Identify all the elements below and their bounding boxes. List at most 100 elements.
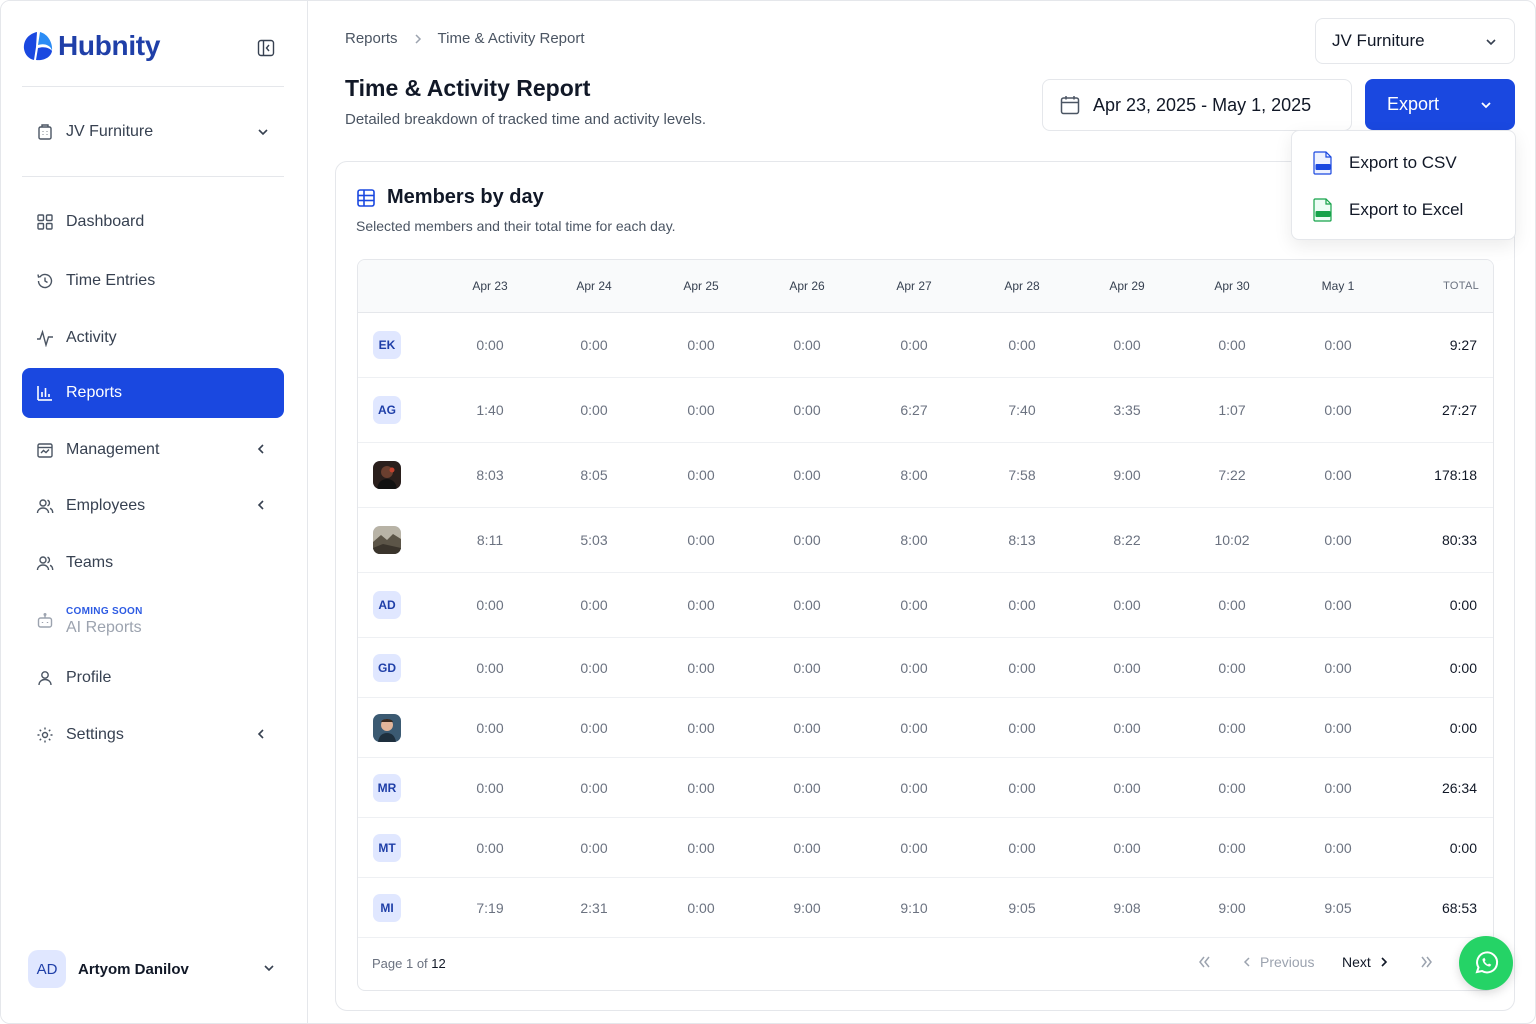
sidebar-divider	[22, 86, 284, 87]
org-selector-label: JV Furniture	[66, 123, 154, 140]
org-dropdown-label: JV Furniture	[1332, 31, 1425, 50]
time-cell: 9:10	[900, 899, 928, 916]
table-row[interactable]: MI 7:19 2:31 0:00 9:00 9:10 9:05 9:08 9:00 9:05 68…	[358, 878, 1493, 938]
export-csv-item[interactable]: Export to CSV	[1302, 143, 1507, 183]
bot-icon	[37, 613, 53, 628]
member-avatar	[373, 526, 401, 554]
calendar-icon	[1060, 96, 1080, 115]
export-excel-item[interactable]: Export to Excel	[1302, 190, 1507, 230]
brand-logo[interactable]: Hubnity	[22, 29, 160, 63]
table-row[interactable]: 0:00 0:00 0:00 0:00 0:00 0:00 0:00 0:00 0:00 0:00	[358, 698, 1493, 758]
time-cell: 0:00	[476, 597, 504, 613]
time-cell: 0:00	[580, 719, 608, 736]
table-row[interactable]: GD 0:00 0:00 0:00 0:00 0:00 0:00 0:00 0:00 0:00 0:…	[358, 638, 1493, 698]
member-avatar: AG	[373, 396, 401, 424]
column-header: Apr 24	[576, 279, 612, 293]
org-dropdown[interactable]: JV Furniture	[1315, 18, 1515, 64]
user-menu[interactable]: AD Artyom Danilov	[22, 944, 284, 994]
sidebar-item-label: Activity	[66, 329, 117, 346]
table-row[interactable]: AG 1:40 0:00 0:00 0:00 6:27 7:40 3:35 1:07 0:00 27…	[358, 378, 1493, 443]
org-selector[interactable]: JV Furniture	[22, 111, 284, 153]
previous-page-button[interactable]: Previous	[1240, 954, 1314, 970]
time-cell: 8:03	[476, 467, 504, 483]
time-cell: 0:00	[687, 532, 715, 548]
table-icon	[357, 188, 375, 207]
table-row[interactable]: EK 0:00 0:00 0:00 0:00 0:00 0:00 0:00 0:00 0:00 9:…	[358, 313, 1493, 378]
chevron-down-icon	[264, 965, 274, 972]
members-by-day-card: Members by day Selected members and thei…	[335, 161, 1515, 1011]
sidebar: Hubnity JV Furniture Dashboard Time Entr…	[1, 1, 308, 1023]
table-row[interactable]: MT 0:00 0:00 0:00 0:00 0:00 0:00 0:00 0:00 0:00 0:…	[358, 818, 1493, 878]
sidebar-item-reports[interactable]: Reports	[22, 368, 284, 418]
sidebar-item-employees[interactable]: Employees	[22, 481, 284, 531]
table-header: Apr 23 Apr 24 Apr 25 Apr 26 Apr 27 Apr 28 Apr …	[358, 260, 1493, 313]
sidebar-item-label: Profile	[66, 669, 112, 686]
next-page-button[interactable]: Next	[1342, 954, 1391, 970]
sidebar-item-label: Time Entries	[66, 272, 156, 289]
time-cell: 9:05	[1324, 899, 1352, 916]
table-row[interactable]: AD 0:00 0:00 0:00 0:00 0:00 0:00 0:00 0:00 0:00 0:…	[358, 573, 1493, 638]
last-page-button[interactable]	[1419, 954, 1435, 970]
time-cell: 7:22	[1218, 467, 1246, 483]
next-label: Next	[1342, 954, 1371, 970]
card-subtitle: Selected members and their total time fo…	[356, 218, 676, 234]
time-cell: 0:00	[476, 839, 504, 856]
time-cell: 0:00	[900, 597, 928, 613]
time-cell: 9:00	[1113, 467, 1141, 483]
sidebar-item-label: Settings	[66, 726, 124, 743]
sidebar-item-dashboard[interactable]: Dashboard	[22, 197, 284, 247]
chevron-left-icon	[257, 444, 264, 454]
pagination: Page 1 of 12 Previous Next	[358, 938, 1493, 990]
total-cell: 0:00	[1449, 839, 1477, 856]
time-cell: 0:00	[580, 659, 608, 676]
time-cell: 0:00	[1324, 597, 1352, 613]
table-row[interactable]: MR 0:00 0:00 0:00 0:00 0:00 0:00 0:00 0:00 0:00 26…	[358, 758, 1493, 818]
chevron-down-icon	[258, 129, 268, 136]
time-cell: 0:00	[793, 337, 821, 353]
sidebar-item-profile[interactable]: Profile	[22, 653, 284, 703]
chevrons-right-icon	[1421, 956, 1432, 968]
column-header: Apr 27	[896, 279, 932, 293]
time-cell: 0:00	[1324, 839, 1352, 856]
time-cell: 0:00	[1008, 779, 1036, 796]
member-photo	[373, 713, 401, 742]
time-cell: 0:00	[476, 337, 504, 353]
time-cell: 0:00	[793, 532, 821, 548]
member-avatar: MT	[373, 833, 401, 862]
time-cell: 1:07	[1218, 402, 1246, 418]
sidebar-item-settings[interactable]: Settings	[22, 710, 284, 760]
breadcrumb-reports-link[interactable]: Reports	[345, 30, 398, 47]
sidebar-item-activity[interactable]: Activity	[22, 313, 284, 363]
time-cell: 0:00	[476, 659, 504, 676]
time-cell: 0:00	[793, 402, 821, 418]
sidebar-item-teams[interactable]: Teams	[22, 538, 284, 588]
time-cell: 0:00	[1113, 597, 1141, 613]
previous-label: Previous	[1260, 954, 1315, 970]
time-cell: 0:00	[793, 467, 821, 483]
total-cell: 9:27	[1449, 337, 1477, 353]
time-cell: 0:00	[687, 839, 715, 856]
chevron-right-icon	[1381, 957, 1387, 967]
whatsapp-chat-button[interactable]	[1459, 936, 1513, 990]
export-csv-label: Export to CSV	[1349, 153, 1457, 172]
sidebar-collapse-icon[interactable]	[257, 39, 275, 57]
sidebar-item-management[interactable]: Management	[22, 425, 284, 475]
table-row[interactable]: 8:11 5:03 0:00 0:00 8:00 8:13 8:22 10:02 0:00 80:…	[358, 508, 1493, 573]
sidebar-item-ai-reports[interactable]: COMING SOON AI Reports	[22, 596, 284, 646]
member-photo	[373, 526, 401, 554]
date-range-label: Apr 23, 2025 - May 1, 2025	[1093, 94, 1312, 115]
sidebar-item-time-entries[interactable]: Time Entries	[22, 256, 284, 306]
time-cell: 0:00	[793, 659, 821, 676]
date-range-picker[interactable]: Apr 23, 2025 - May 1, 2025	[1042, 79, 1352, 131]
page-subtitle: Detailed breakdown of tracked time and a…	[345, 111, 707, 128]
export-button[interactable]: Export	[1365, 79, 1515, 130]
time-cell: 0:00	[1008, 839, 1036, 856]
time-cell: 0:00	[580, 597, 608, 613]
table-row[interactable]: 8:03 8:05 0:00 0:00 8:00 7:58 9:00 7:22 0:00 178:…	[358, 443, 1493, 508]
first-page-button[interactable]	[1196, 954, 1212, 970]
time-cell: 0:00	[793, 597, 821, 613]
time-cell: 0:00	[687, 659, 715, 676]
time-cell: 0:00	[580, 337, 608, 353]
calendar-chart-icon	[37, 443, 53, 458]
csv-file-icon	[1313, 151, 1332, 175]
